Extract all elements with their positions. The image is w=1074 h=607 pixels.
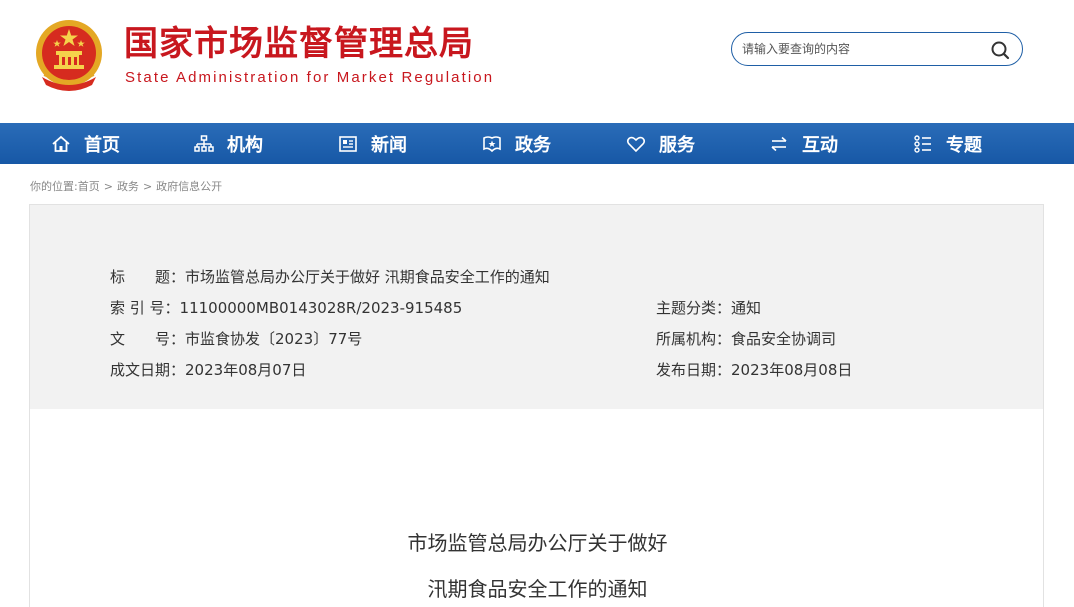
- org-chart-icon: [193, 133, 215, 155]
- badge-icon: [481, 133, 503, 155]
- info-label: 发布日期：: [656, 361, 732, 379]
- site-subtitle: State Administration for Market Regulati…: [125, 69, 495, 86]
- info-label: 索 引 号：: [110, 299, 180, 317]
- breadcrumb-item-affairs[interactable]: 政务: [117, 180, 139, 193]
- nav-item-news[interactable]: 新闻: [337, 123, 407, 164]
- info-row-docno: 文 号：市监食协发〔2023〕77号: [110, 329, 362, 349]
- search-box: [731, 32, 1023, 66]
- home-icon: [50, 133, 72, 155]
- nav-item-interact[interactable]: 互动: [768, 123, 838, 164]
- nav-label: 服务: [659, 134, 695, 156]
- nav-label: 专题: [946, 134, 982, 156]
- breadcrumb-item-gov-info[interactable]: 政府信息公开: [156, 180, 222, 193]
- info-value: 2023年08月07日: [185, 361, 307, 379]
- search-input[interactable]: [742, 39, 982, 59]
- document-title-line1: 市场监管总局办公厅关于做好: [407, 531, 668, 555]
- site-header: 国家市场监督管理总局 State Administration for Mark…: [0, 0, 1074, 123]
- nav-item-service[interactable]: 服务: [625, 123, 695, 164]
- breadcrumb-item-home[interactable]: 首页: [78, 180, 100, 193]
- info-value: 食品安全协调司: [731, 330, 837, 348]
- info-label: 成文日期：: [110, 361, 186, 379]
- nav-item-org[interactable]: 机构: [193, 123, 263, 164]
- info-value: 市监食协发〔2023〕77号: [185, 330, 363, 348]
- info-row-topic: 主题分类：通知: [656, 298, 761, 318]
- info-label: 文 号：: [110, 330, 186, 348]
- info-row-title: 标 题：市场监管总局办公厅关于做好 汛期食品安全工作的通知: [110, 267, 550, 287]
- list-icon: [912, 133, 934, 155]
- breadcrumb: 你的位置:首页 > 政务 > 政府信息公开: [30, 178, 222, 194]
- search-icon[interactable]: [990, 40, 1010, 60]
- exchange-arrows-icon: [768, 133, 790, 155]
- nav-label: 机构: [227, 134, 263, 156]
- info-label: 主题分类：: [656, 299, 732, 317]
- document-info-box: 标 题：市场监管总局办公厅关于做好 汛期食品安全工作的通知 索 引 号：1110…: [29, 204, 1044, 410]
- info-row-org: 所属机构：食品安全协调司: [656, 329, 836, 349]
- info-label: 标 题：: [110, 268, 186, 286]
- info-row-date: 成文日期：2023年08月07日: [110, 360, 306, 380]
- nav-label: 互动: [802, 134, 838, 156]
- breadcrumb-separator: >: [103, 180, 113, 193]
- nav-item-affairs[interactable]: 政务: [481, 123, 551, 164]
- info-value: 通知: [731, 299, 762, 317]
- info-value: 市场监管总局办公厅关于做好 汛期食品安全工作的通知: [185, 268, 550, 286]
- heart-icon: [625, 133, 647, 155]
- nav-item-topics[interactable]: 专题: [912, 123, 982, 164]
- breadcrumb-separator: >: [142, 180, 153, 193]
- document-title-line2: 汛期食品安全工作的通知: [427, 577, 648, 601]
- breadcrumb-prefix: 你的位置:: [30, 180, 78, 193]
- info-row-publish: 发布日期：2023年08月08日: [656, 360, 852, 380]
- site-title[interactable]: 国家市场监督管理总局: [124, 24, 474, 64]
- info-label: 所属机构：: [656, 330, 732, 348]
- nav-label: 政务: [515, 134, 551, 156]
- document-body: 市场监管总局办公厅关于做好 汛期食品安全工作的通知: [29, 409, 1044, 607]
- main-nav: 首页 机构 新闻 政务 服务 互动 专题: [0, 123, 1074, 164]
- nav-label: 新闻: [371, 134, 407, 156]
- info-value: 2023年08月08日: [731, 361, 853, 379]
- newspaper-icon: [337, 133, 359, 155]
- national-emblem-icon[interactable]: [34, 17, 104, 93]
- info-row-index: 索 引 号：11100000MB0143028R/2023-915485: [110, 298, 462, 318]
- nav-label: 首页: [84, 134, 120, 156]
- nav-item-home[interactable]: 首页: [50, 123, 120, 164]
- info-value: 11100000MB0143028R/2023-915485: [179, 299, 463, 317]
